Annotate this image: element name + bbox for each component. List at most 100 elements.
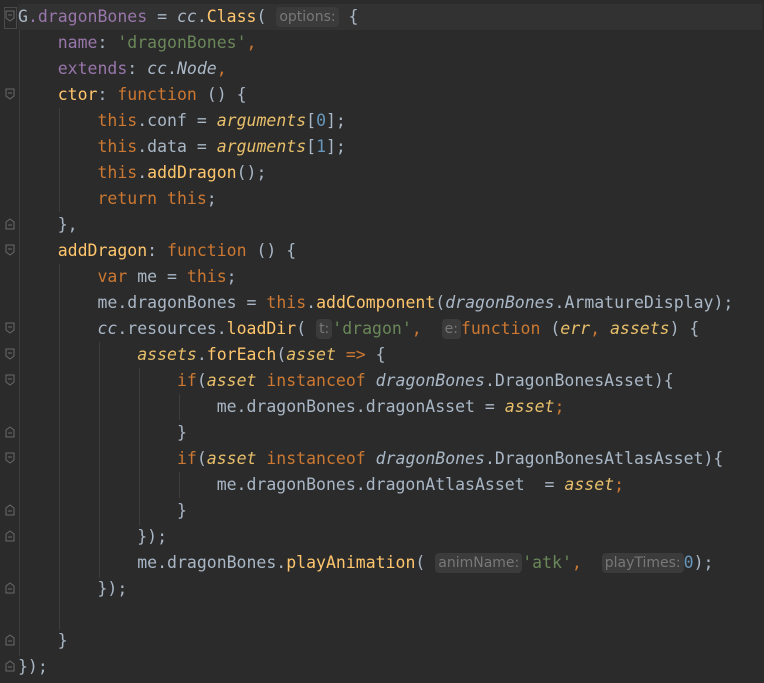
fold-collapse-icon[interactable] [5,322,15,334]
code-token: var [97,267,138,286]
code-line[interactable]: me.dragonBones.dragonAtlasAsset = asset; [18,472,624,498]
fold-expand-icon[interactable] [5,634,15,646]
code-token: = [246,293,267,312]
code-token: addComponent [316,293,436,312]
code-line[interactable]: G.dragonBones = cc.Class( options: { [18,4,762,30]
fold-collapse-icon[interactable] [5,244,15,256]
code-token: ]; [326,137,346,156]
code-token: .resources. [117,319,227,338]
code-token: ( [256,7,277,26]
code-token: }); [18,657,48,676]
fold-collapse-icon[interactable] [5,374,15,386]
code-token: this [97,111,138,130]
code-token: , [590,319,610,338]
code-line[interactable]: }, [18,212,78,238]
code-line[interactable]: cc.resources.loadDir( t:'dragon', e: func… [18,316,699,342]
code-editor[interactable]: G.dragonBones = cc.Class( options: { nam… [0,0,764,683]
code-line[interactable]: name: 'dragonBones', [18,30,257,56]
fold-expand-icon[interactable] [5,504,15,516]
code-line[interactable]: }); [18,654,48,680]
code-token: dragonBones [375,371,485,390]
code-token: . [196,7,207,26]
code-line[interactable]: var me = this; [18,264,236,290]
code-token: . [137,111,148,130]
fold-expand-icon[interactable] [5,426,15,438]
code-token: addDragon [57,241,148,260]
code-token: assets [137,345,197,364]
param-hint: e: [441,319,461,339]
code-token: [ [306,111,317,130]
code-line[interactable]: return this; [18,186,216,212]
fold-collapse-icon[interactable] [5,348,15,360]
code-token: () { [206,85,247,104]
fold-expand-icon[interactable] [5,582,15,594]
fold-collapse-icon[interactable] [5,10,15,22]
fold-gutter [0,0,20,683]
code-token: asset [564,475,615,494]
code-line[interactable]: } [18,628,68,654]
code-line[interactable]: if(asset instanceof dragonBones.DragonBo… [18,446,723,472]
code-token: addDragon [147,163,237,182]
code-token: ( [276,345,287,364]
code-token: instanceof [266,449,376,468]
code-line[interactable]: extends: cc.Node, [18,56,227,82]
code-token: => [345,345,376,364]
code-token: , [246,33,257,52]
code-line[interactable]: } [18,498,187,524]
code-token: : [127,59,148,78]
code-token: asset [206,449,267,468]
code-token: }, [57,215,78,234]
code-token: G [18,7,28,26]
code-token: dragonBones [375,449,485,468]
code-line[interactable]: me.dragonBones.dragonAsset = asset; [18,394,565,420]
code-line[interactable]: assets.forEach(asset => { [18,342,385,368]
code-token: function [117,85,207,104]
code-token: extends [57,59,128,78]
code-line[interactable]: this.data = arguments[1]; [18,134,346,160]
code-token: this [167,189,207,208]
code-line[interactable]: }); [18,524,167,550]
code-token: ( [415,553,436,572]
code-token: 0 [683,553,694,572]
code-token: if [176,371,197,390]
code-token: : [97,33,118,52]
code-line[interactable]: } [18,420,187,446]
code-token: ; [554,397,565,416]
code-token: ctor [57,85,98,104]
code-token: playAnimation [286,553,416,572]
fold-expand-icon[interactable] [5,530,15,542]
code-token: me [137,267,168,286]
code-line[interactable]: ctor: function () { [18,82,247,108]
code-token: dragonBones [127,293,247,312]
code-token: .ArmatureDisplay); [554,293,734,312]
code-token: asset [504,397,555,416]
code-token: { [348,7,359,26]
param-hint: options: [276,7,339,27]
param-hint: animName: [435,553,523,573]
code-token: instanceof [266,371,376,390]
code-token: 0 [316,111,326,130]
code-token: this [97,163,138,182]
code-token: ( [435,293,446,312]
fold-collapse-icon[interactable] [5,452,15,464]
code-token: function [460,319,551,338]
code-token: : [97,85,118,104]
fold-collapse-icon[interactable] [5,88,15,100]
code-line[interactable]: addDragon: function () { [18,238,296,264]
code-line[interactable]: me.dragonBones.playAnimation( animName: '… [18,550,713,576]
fold-expand-icon[interactable] [5,660,15,672]
code-token: cc [176,7,197,26]
code-token: arguments [216,111,307,130]
code-token: 'dragon' [332,319,412,338]
code-token: name [57,33,98,52]
code-line[interactable]: this.conf = arguments[0]; [18,108,345,134]
code-token: forEach [206,345,277,364]
code-token: ) { [669,319,700,338]
code-token: .DragonBonesAsset){ [484,371,674,390]
code-line[interactable]: }); [18,576,127,602]
code-token: ( [550,319,561,338]
code-line[interactable]: me.dragonBones = this.addComponent(drago… [18,290,733,316]
fold-expand-icon[interactable] [5,218,15,230]
code-line[interactable]: if(asset instanceof dragonBones.DragonBo… [18,368,674,394]
code-line[interactable]: this.addDragon(); [18,160,266,186]
